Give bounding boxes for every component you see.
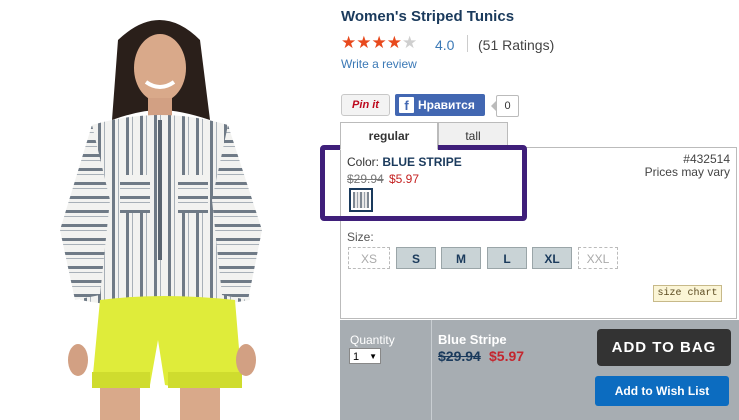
- star-empty-icon: ★: [402, 33, 418, 52]
- rating-stars: ★★★★★: [341, 33, 417, 53]
- facebook-like-count: 0: [496, 95, 519, 117]
- pinterest-pin-button[interactable]: Pin it: [341, 94, 390, 116]
- quantity-select[interactable]: 1 ▼: [349, 348, 381, 364]
- item-sale-price: $5.97: [489, 348, 525, 364]
- star-filled-icon: ★: [356, 33, 372, 52]
- quantity-label: Quantity: [350, 333, 395, 347]
- chevron-down-icon: ▼: [369, 352, 377, 361]
- star-filled-icon: ★: [386, 33, 402, 52]
- size-xs: XS: [348, 247, 390, 269]
- divider: [431, 320, 432, 420]
- facebook-like-label: Нравится: [418, 98, 475, 112]
- size-l[interactable]: L: [487, 247, 527, 269]
- tab-regular[interactable]: regular: [340, 122, 438, 150]
- size-m[interactable]: M: [441, 247, 481, 269]
- sku-info: #432514 Prices may vary: [630, 153, 730, 179]
- star-filled-icon: ★: [341, 33, 357, 52]
- rating-value: 4.0: [435, 37, 455, 53]
- size-s[interactable]: S: [396, 247, 436, 269]
- size-chart-link[interactable]: size chart: [653, 285, 722, 302]
- quantity-value: 1: [353, 351, 360, 363]
- add-to-bag-button[interactable]: ADD TO BAG: [597, 329, 731, 366]
- item-original-price: $29.94: [438, 348, 481, 364]
- size-xl[interactable]: XL: [532, 247, 572, 269]
- facebook-icon: f: [399, 97, 414, 113]
- write-review-link[interactable]: Write a review: [341, 57, 417, 71]
- star-filled-icon: ★: [371, 33, 387, 52]
- add-to-wishlist-button[interactable]: Add to Wish List: [595, 376, 729, 406]
- rating-count: (51 Ratings): [478, 37, 555, 53]
- highlight-box: [320, 145, 527, 221]
- facebook-like-button[interactable]: f Нравится: [395, 94, 485, 116]
- product-image[interactable]: [0, 0, 322, 420]
- item-name: Blue Stripe: [438, 332, 507, 347]
- size-xxl: XXL: [578, 247, 618, 269]
- product-title: Women's Striped Tunics: [341, 8, 515, 25]
- size-label: Size:: [347, 230, 374, 244]
- divider: [467, 35, 468, 52]
- price-note: Prices may vary: [644, 165, 730, 179]
